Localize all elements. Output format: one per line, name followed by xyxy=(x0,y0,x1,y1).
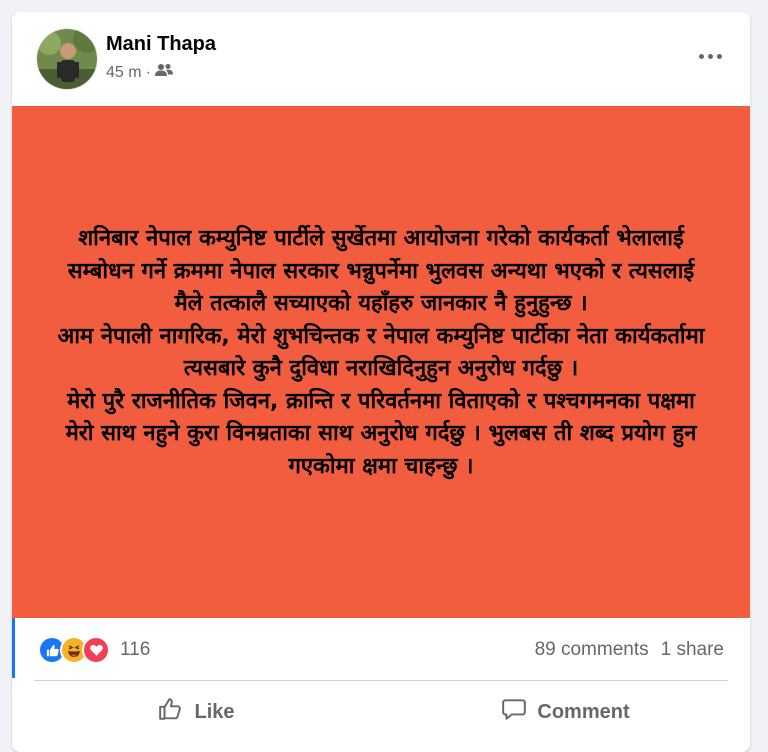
author-name[interactable]: Mani Thapa xyxy=(106,33,216,56)
post-background[interactable]: शनिबार नेपाल कम्युनिष्ट पार्टीले सुर्खेत… xyxy=(12,106,750,618)
thumbs-up-icon xyxy=(158,696,184,728)
dot-icon xyxy=(716,53,722,59)
dot-icon xyxy=(698,53,704,59)
more-options-button[interactable] xyxy=(692,44,728,68)
meta-separator: · xyxy=(145,63,151,81)
shares-count[interactable]: 1 share xyxy=(661,639,724,661)
post-actions: Like Comment xyxy=(12,683,750,741)
comment-button[interactable]: Comment xyxy=(381,683,750,741)
post-time[interactable]: 45 m xyxy=(106,64,142,82)
post-meta: 45 m · xyxy=(106,63,173,82)
like-label: Like xyxy=(194,700,235,723)
post-body: शनिबार नेपाल कम्युनिष्ट पार्टीले सुर्खेत… xyxy=(51,223,711,483)
comment-label: Comment xyxy=(537,700,630,723)
reaction-count[interactable]: 116 xyxy=(120,639,150,661)
post-paragraph: शनिबार नेपाल कम्युनिष्ट पार्टीले सुर्खेत… xyxy=(67,226,695,316)
post-paragraph: आम नेपाली नागरिक, मेरो शुभचिन्तक र नेपाल… xyxy=(57,323,705,382)
like-button[interactable]: Like xyxy=(12,683,381,741)
engagement-counts: 89 comments 1 share xyxy=(535,639,724,661)
post-card: Mani Thapa 45 m · शनिबार नेपाल कम्युनिष्… xyxy=(12,12,750,752)
post-header: Mani Thapa 45 m · xyxy=(12,12,750,106)
comment-icon xyxy=(501,696,527,728)
reactions-summary[interactable]: 116 xyxy=(38,636,150,664)
comments-count[interactable]: 89 comments xyxy=(535,639,649,661)
post-paragraph: मेरो पुरै राजनीतिक जिवन, क्रान्ति र परिव… xyxy=(65,388,697,479)
actions-divider xyxy=(34,680,728,681)
author-avatar[interactable] xyxy=(36,28,98,90)
love-icon xyxy=(82,636,110,664)
post-stats: 116 89 comments 1 share xyxy=(12,618,750,678)
dot-icon xyxy=(707,53,713,59)
friends-icon[interactable] xyxy=(154,63,173,82)
